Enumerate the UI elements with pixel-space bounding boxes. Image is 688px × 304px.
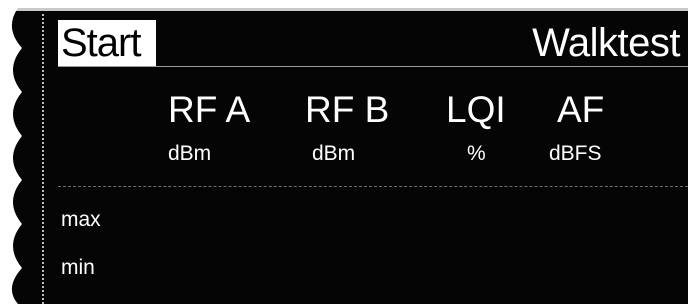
column-header-rf-a: RF A: [168, 89, 251, 130]
header-separator: [58, 186, 688, 187]
column-unit-rf-a: dBm: [168, 142, 212, 165]
walktest-screen: Start Walktest RF A RF B LQI AF dBm dBm …: [0, 8, 688, 304]
header-divider: [58, 66, 688, 67]
column-header-af: AF: [557, 89, 605, 130]
start-button[interactable]: Start: [58, 20, 156, 66]
edge-divider: [42, 14, 44, 304]
column-header-lqi: LQI: [446, 89, 506, 130]
row-label-max: max: [61, 208, 101, 231]
column-unit-rf-b: dBm: [312, 142, 356, 165]
scalloped-edge: [0, 8, 22, 304]
row-label-min: min: [61, 256, 95, 279]
screen-title: Walktest: [532, 21, 680, 65]
column-header-rf-b: RF B: [305, 89, 390, 130]
column-unit-lqi: %: [467, 142, 486, 165]
column-unit-af: dBFS: [549, 142, 602, 165]
top-rule: [0, 8, 688, 11]
